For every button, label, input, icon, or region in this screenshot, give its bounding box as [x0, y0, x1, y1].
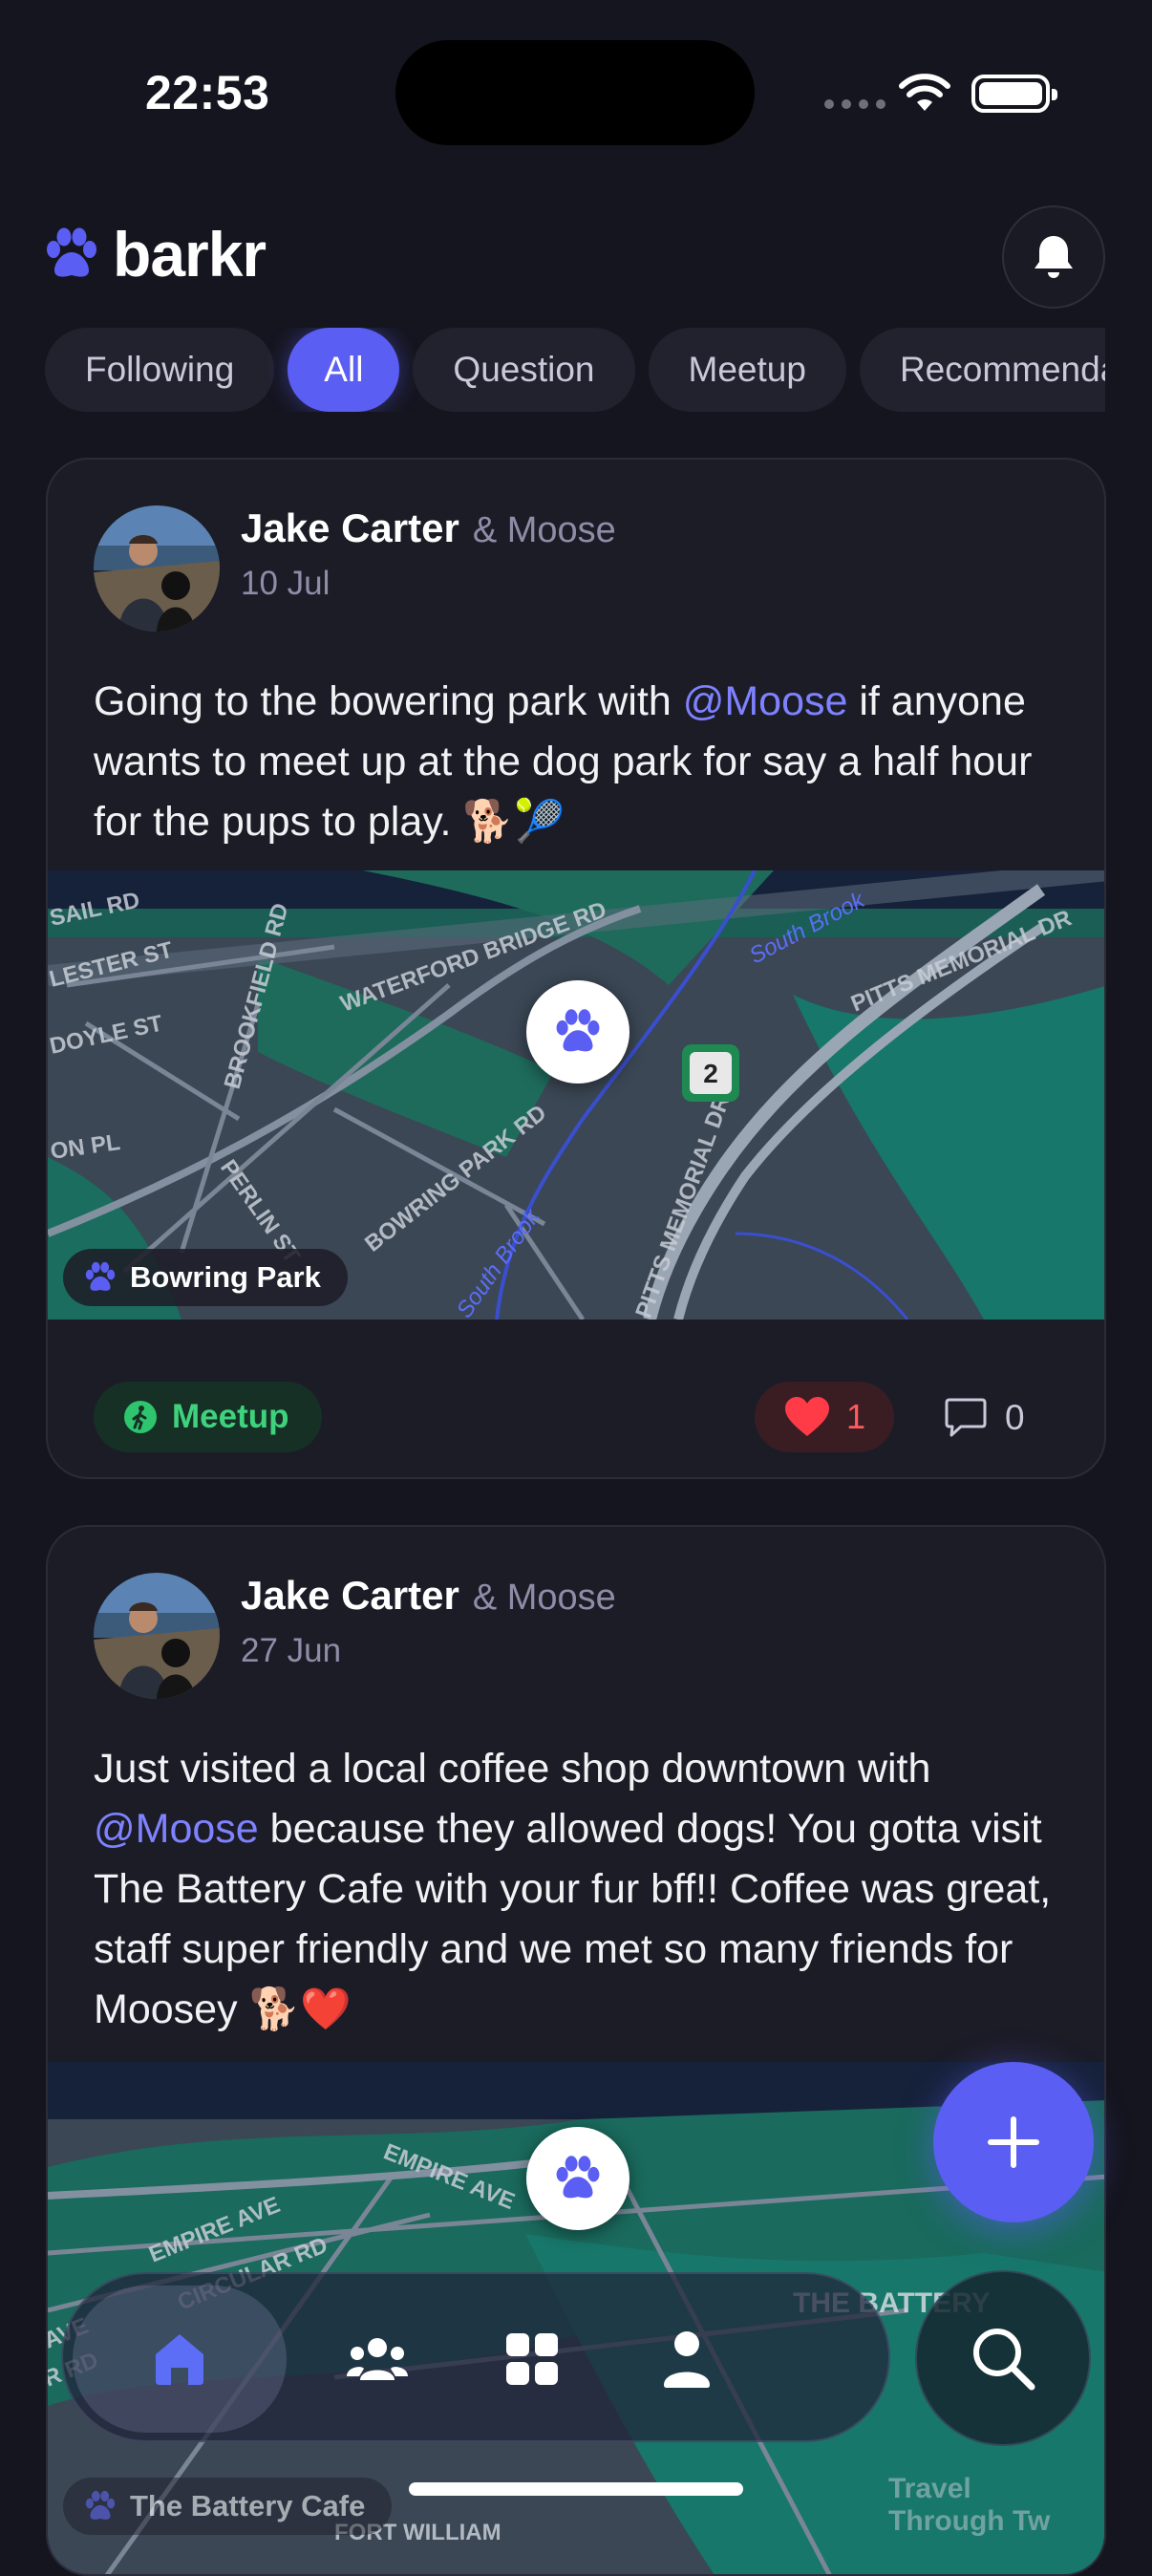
post-text-part: Just visited a local coffee shop downtow… — [94, 1746, 931, 1792]
map-poi-label: Travel Through Tw — [888, 2473, 1051, 2537]
mention-link[interactable]: @Moose — [94, 1806, 259, 1852]
avatar[interactable] — [94, 505, 220, 632]
author-name[interactable]: Jake Carter — [241, 1573, 459, 1618]
person-icon — [664, 2331, 710, 2388]
tab-following[interactable]: Following — [45, 328, 275, 412]
post-text-part: Going to the bowering park with — [94, 678, 683, 724]
search-icon — [973, 2329, 1035, 2391]
tab-bar — [61, 2272, 890, 2442]
post-text: Going to the bowering park with @Moose i… — [94, 672, 1068, 852]
grid-icon — [506, 2333, 558, 2385]
dynamic-island — [395, 40, 755, 145]
status-time: 22:53 — [145, 66, 270, 119]
comment-button[interactable]: 0 — [944, 1385, 1025, 1451]
logo-text: barkr — [113, 219, 267, 290]
paw-icon — [85, 2490, 116, 2520]
post-card[interactable]: Jake Carter & Moose 10 Jul Going to the b… — [46, 458, 1106, 1479]
plus-icon — [988, 2116, 1039, 2168]
filter-tabs: Following All Question Meetup Recommenda… — [45, 328, 1105, 412]
comment-count: 0 — [1005, 1398, 1025, 1437]
paw-icon — [85, 1261, 116, 1291]
wifi-icon — [899, 74, 950, 111]
walking-icon — [124, 1401, 157, 1433]
home-icon — [156, 2334, 203, 2385]
battery-icon — [971, 75, 1057, 113]
bell-icon — [1035, 236, 1073, 278]
location-chip[interactable]: Bowring Park — [63, 1249, 348, 1306]
nav-home[interactable] — [73, 2286, 287, 2433]
paw-icon — [556, 1009, 600, 1052]
nav-profile[interactable] — [613, 2286, 760, 2433]
location-map[interactable]: SAIL RD LESTER ST DOYLE ST ON PL BROOKFI… — [48, 870, 1104, 1320]
notifications-button[interactable] — [1002, 205, 1105, 309]
search-button[interactable] — [915, 2270, 1091, 2446]
new-post-button[interactable] — [933, 2062, 1094, 2222]
tag-label: Meetup — [172, 1398, 289, 1435]
pet-name[interactable]: & Moose — [473, 1578, 616, 1618]
tab-meetup[interactable]: Meetup — [648, 328, 846, 412]
tag-meetup[interactable]: Meetup — [94, 1382, 322, 1452]
map-pin[interactable] — [526, 2127, 629, 2230]
tab-recommendation[interactable]: Recommendation — [859, 328, 1105, 412]
svg-text:2: 2 — [703, 1059, 718, 1088]
post-text: Just visited a local coffee shop downtow… — [94, 1739, 1077, 2040]
home-indicator — [409, 2482, 743, 2496]
app-logo: barkr — [44, 218, 267, 290]
paw-icon — [556, 2156, 600, 2199]
post-date: 10 Jul — [241, 565, 331, 602]
comment-icon — [945, 1398, 987, 1437]
nav-community[interactable] — [304, 2286, 451, 2433]
pet-name[interactable]: & Moose — [473, 510, 616, 550]
paw-logo-icon — [47, 227, 96, 277]
post-date: 27 Jun — [241, 1632, 342, 1669]
avatar[interactable] — [94, 1573, 220, 1699]
heart-icon — [785, 1397, 829, 1436]
location-name: Bowring Park — [130, 1260, 321, 1294]
like-count: 1 — [846, 1397, 866, 1436]
tab-all[interactable]: All — [288, 328, 400, 412]
map-pin[interactable] — [526, 980, 629, 1084]
author-name[interactable]: Jake Carter — [241, 505, 459, 550]
location-name: The Battery Cafe — [130, 2489, 366, 2522]
cellular-signal-icon — [824, 99, 885, 109]
tab-question[interactable]: Question — [413, 328, 635, 412]
like-button[interactable]: 1 — [755, 1382, 895, 1452]
nav-apps[interactable] — [459, 2286, 606, 2433]
location-chip[interactable]: The Battery Cafe — [63, 2478, 393, 2535]
mention-link[interactable]: @Moose — [683, 678, 848, 724]
people-icon — [347, 2338, 408, 2380]
